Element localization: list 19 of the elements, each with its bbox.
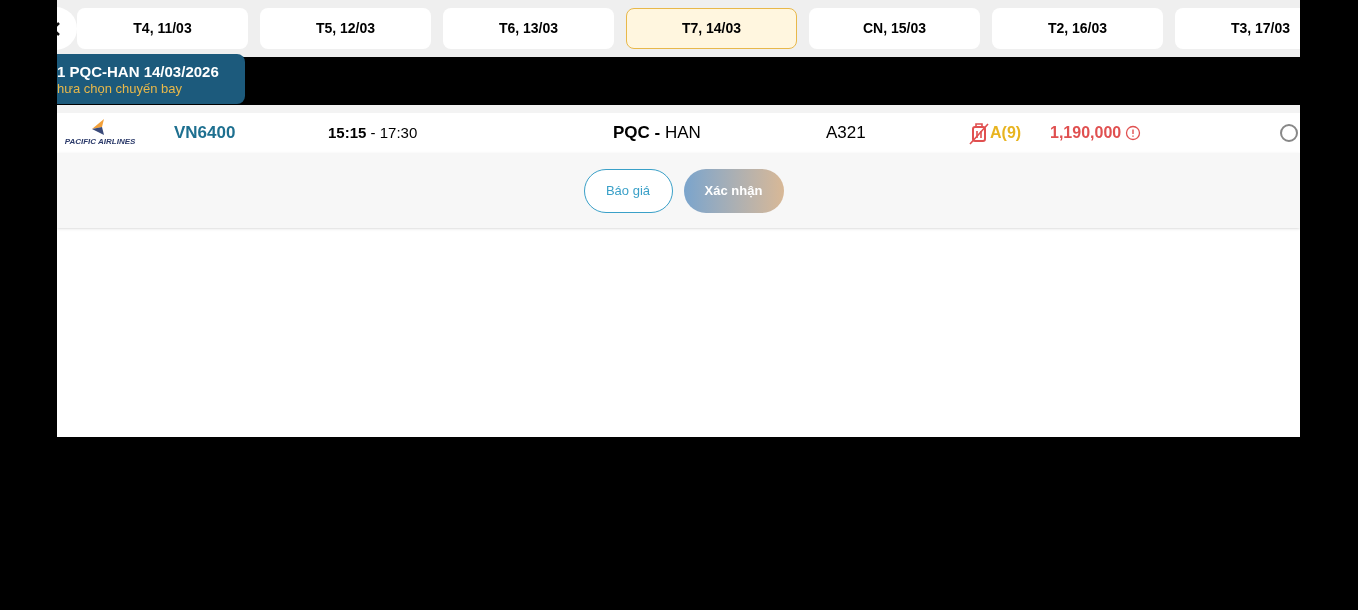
- flight-route: PQC - HAN: [613, 122, 702, 145]
- date-tab[interactable]: CN, 15/03: [809, 8, 980, 49]
- date-tab[interactable]: T2, 16/03: [992, 8, 1163, 49]
- date-tab[interactable]: T5, 12/03: [260, 8, 431, 49]
- airline-name: PACIFIC AIRLINES: [64, 136, 136, 148]
- info-icon: [1125, 125, 1142, 141]
- flight-time: 15:15 - 17:30: [328, 122, 419, 143]
- aircraft-type: A321: [826, 122, 867, 145]
- select-radio[interactable]: [1280, 124, 1298, 142]
- price: 1,190,000: [1050, 123, 1122, 143]
- fare-class: A(9): [990, 123, 1023, 143]
- segment-title: 1 PQC-HAN 14/03/2026: [57, 62, 220, 81]
- date-tab[interactable]: T7, 14/03: [626, 8, 797, 49]
- flight-row[interactable]: PACIFIC AIRLINES VN6400 15:15 - 17:30 PQC - HAN A321 A(9) 1,190,000: [57, 105, 1300, 153]
- date-tab[interactable]: T4, 11/03: [77, 8, 248, 49]
- date-tab[interactable]: T3, 17/03: [1175, 8, 1300, 49]
- date-tab[interactable]: T6, 13/03: [443, 8, 614, 49]
- flight-number: VN6400: [174, 122, 237, 145]
- segment-status: hưa chọn chuyến bay: [57, 80, 184, 96]
